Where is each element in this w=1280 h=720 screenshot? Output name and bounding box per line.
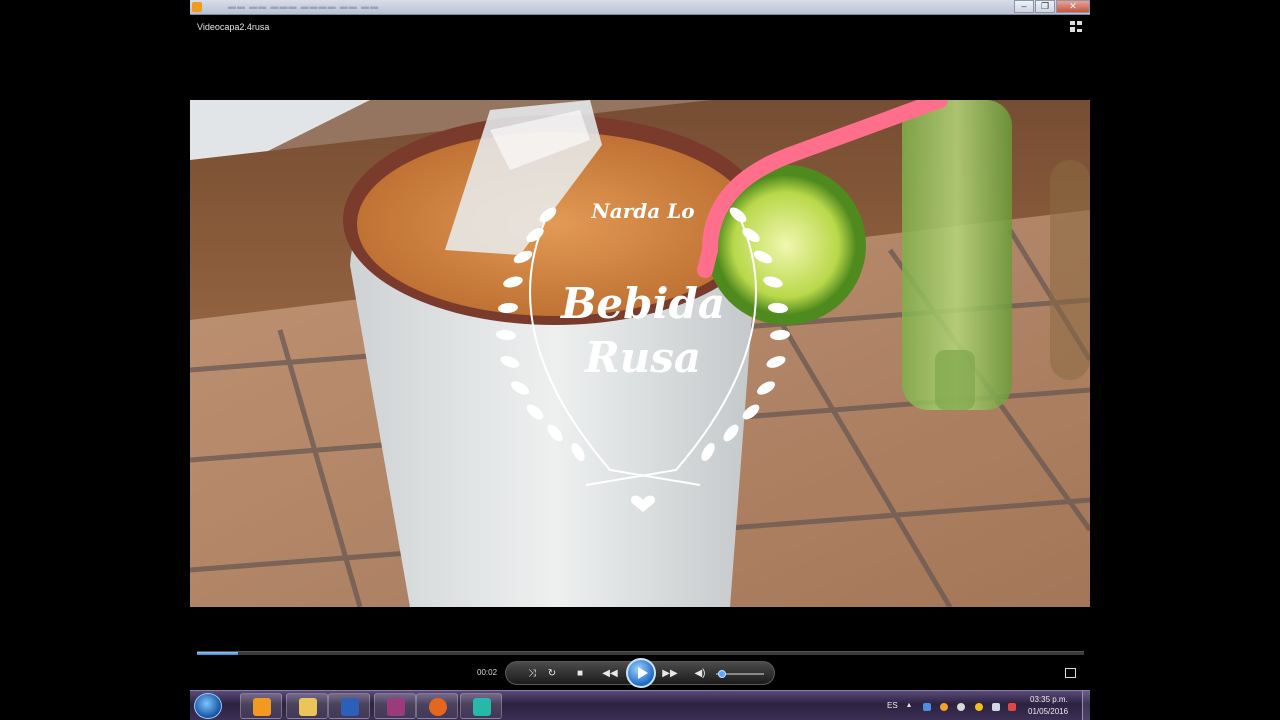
layout-switch-icon[interactable] xyxy=(1070,21,1082,32)
play-icon xyxy=(638,667,648,679)
title-bar-ghost-text: ▬▬ ▬▬ ▬▬▬ ▬▬▬▬ ▬▬ ▬▬ xyxy=(228,2,380,11)
file-explorer-icon xyxy=(299,698,317,716)
firefox-icon xyxy=(429,698,447,716)
network-icon[interactable] xyxy=(992,703,1000,711)
show-desktop-button[interactable] xyxy=(1082,691,1090,720)
taskbar-file-explorer[interactable] xyxy=(286,693,328,719)
time-display: 00:02 xyxy=(477,668,498,677)
stop-icon[interactable]: ■ xyxy=(572,666,588,682)
overlay-author: Narda Lo xyxy=(590,199,694,223)
playback-controls: ⤨ ↻ ■ ◀◀ ▶▶ ◀) xyxy=(505,658,775,688)
winrar-icon xyxy=(387,698,405,716)
start-button[interactable] xyxy=(194,693,222,719)
shuffle-icon[interactable]: ⤨ xyxy=(524,666,540,682)
next-icon[interactable]: ▶▶ xyxy=(660,666,680,682)
seek-bar[interactable] xyxy=(197,651,1084,655)
taskbar-media-player[interactable] xyxy=(240,693,282,719)
switch-to-library-icon[interactable] xyxy=(1065,668,1076,678)
close-button[interactable]: ✕ xyxy=(1056,0,1090,13)
taskbar-winrar[interactable] xyxy=(374,693,416,719)
video-title: Videocapa2.4rusa xyxy=(197,22,270,32)
volume-tray-icon[interactable] xyxy=(1008,703,1016,711)
media-player-icon xyxy=(192,2,202,12)
volume-knob[interactable] xyxy=(718,670,726,678)
clock-date[interactable]: 01/05/2016 xyxy=(1028,707,1068,716)
norton-icon[interactable] xyxy=(975,703,983,711)
taskbar-firefox[interactable] xyxy=(416,693,458,719)
screen: ▬▬ ▬▬ ▬▬▬ ▬▬▬▬ ▬▬ ▬▬ ‒ ❐ ✕ Videocapa2.4r… xyxy=(0,0,1280,720)
windows-flag-icon[interactable] xyxy=(923,703,931,711)
play-button[interactable] xyxy=(626,658,656,688)
overlay-line2: Rusa xyxy=(584,333,701,382)
repeat-icon[interactable]: ↻ xyxy=(544,666,560,682)
previous-icon[interactable]: ◀◀ xyxy=(600,666,620,682)
title-bar: ▬▬ ▬▬ ▬▬▬ ▬▬▬▬ ▬▬ ▬▬ ‒ ❐ ✕ xyxy=(190,0,1090,15)
word-icon xyxy=(341,698,359,716)
clock-time[interactable]: 03:35 p.m. xyxy=(1030,695,1068,704)
taskbar-filmora[interactable] xyxy=(460,693,502,719)
video-frame[interactable]: Narda Lo Bebida Rusa xyxy=(190,100,1090,607)
filmora-icon xyxy=(473,698,491,716)
overlay-line1: Bebida xyxy=(560,279,725,328)
media-player-icon xyxy=(253,698,271,716)
update-icon[interactable] xyxy=(940,703,948,711)
heart-icon xyxy=(631,495,655,512)
tray-expand-icon[interactable]: ▴ xyxy=(907,700,911,709)
language-indicator[interactable]: ES xyxy=(887,701,898,710)
wreath-left-icon xyxy=(496,207,585,462)
volume-icon[interactable]: ◀) xyxy=(692,666,708,682)
taskbar-word[interactable] xyxy=(328,693,370,719)
wreath-right-icon xyxy=(701,207,790,462)
restore-button[interactable]: ❐ xyxy=(1035,0,1055,13)
seek-progress xyxy=(197,652,238,655)
minimize-button[interactable]: ‒ xyxy=(1014,0,1034,13)
title-overlay: Narda Lo Bebida Rusa xyxy=(496,199,790,512)
sync-icon[interactable] xyxy=(957,703,965,711)
taskbar: ES ▴ 03:35 p.m. 01/05/2016 xyxy=(190,690,1090,720)
window-controls: ‒ ❐ ✕ xyxy=(1013,0,1090,14)
